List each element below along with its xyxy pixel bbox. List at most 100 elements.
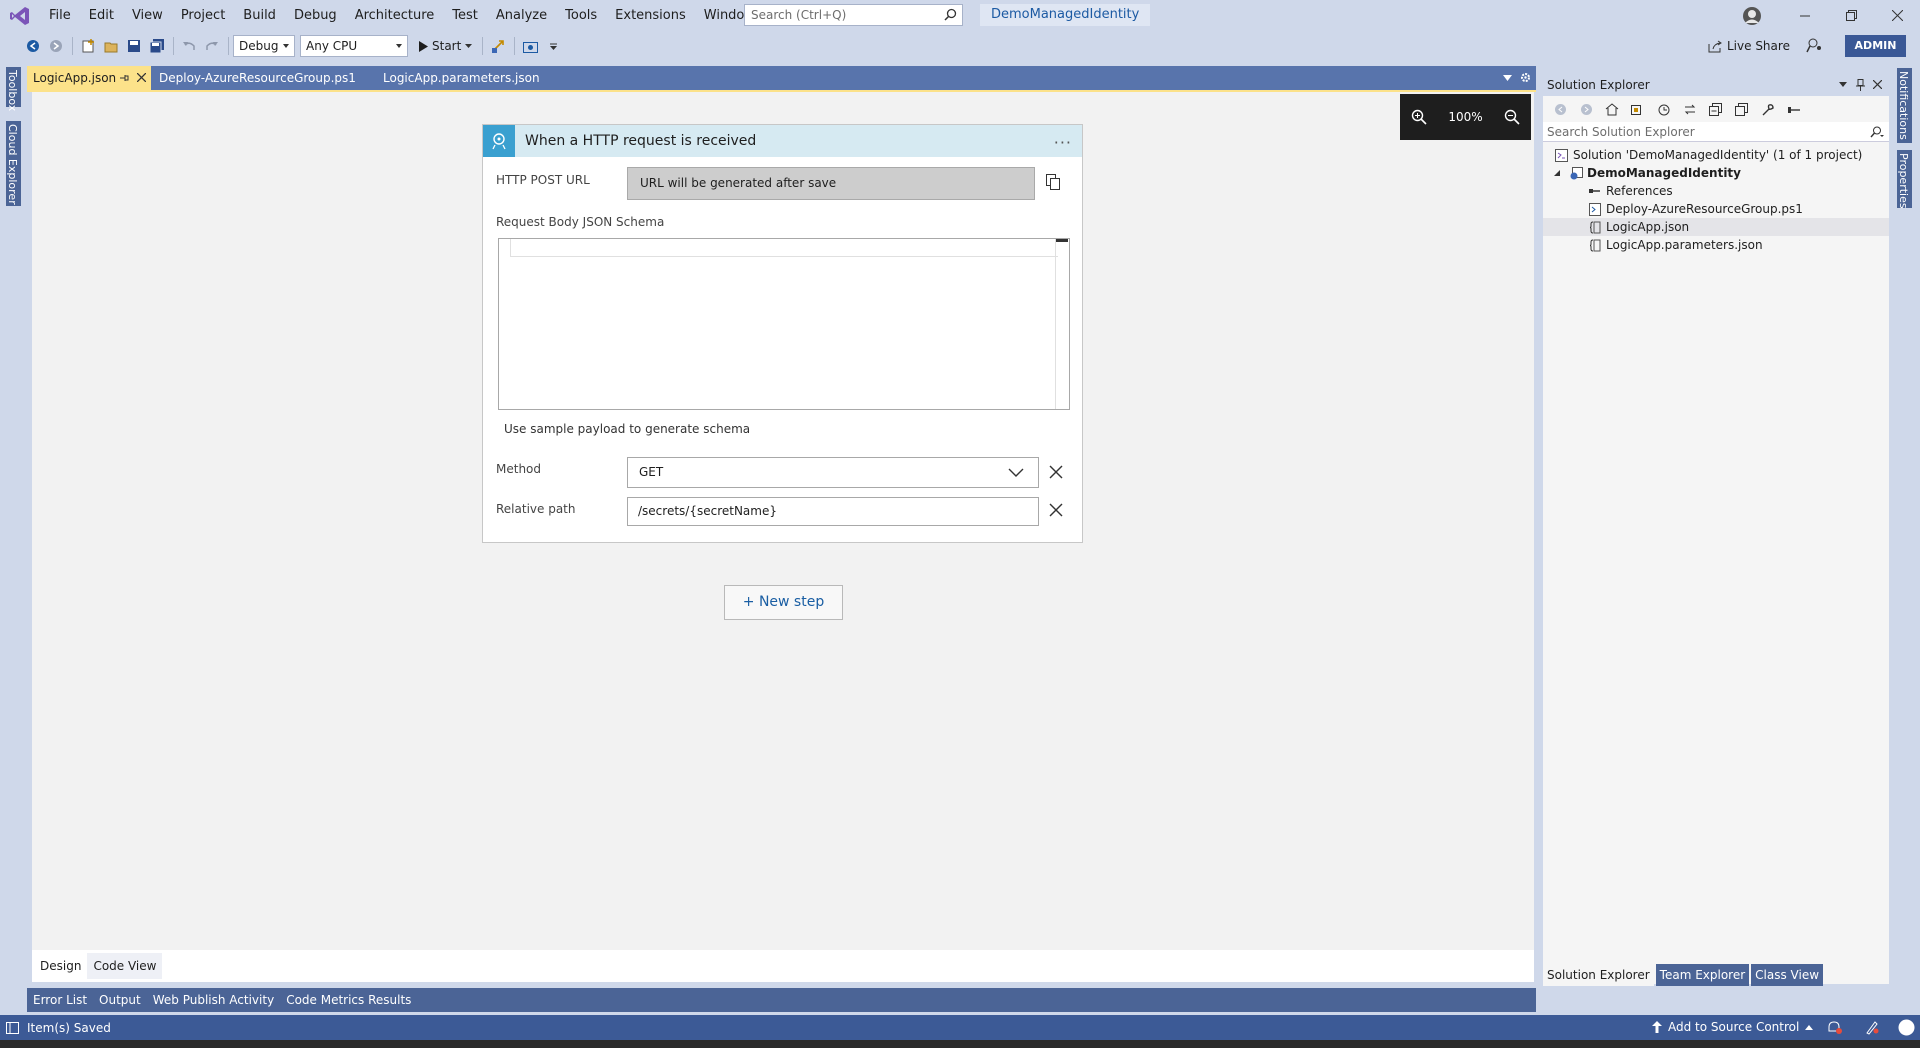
chevron-down-icon — [396, 44, 402, 48]
gear-icon[interactable] — [1520, 72, 1531, 83]
preview-selected-icon[interactable] — [1783, 98, 1805, 120]
scrollbar-thumb[interactable] — [1056, 239, 1068, 242]
panel-menu-dropdown-icon[interactable] — [1839, 82, 1847, 87]
pin-icon[interactable] — [1856, 79, 1865, 91]
more-options-icon[interactable]: ··· — [1054, 133, 1072, 152]
navigate-forward-icon[interactable] — [45, 35, 67, 57]
source-control-label: Add to Source Control — [1668, 1020, 1800, 1034]
tab-deploy-ps1[interactable]: Deploy-AzureResourceGroup.ps1 — [151, 66, 375, 90]
sync-icon[interactable] — [1679, 98, 1701, 120]
tab-list-dropdown-icon[interactable] — [1503, 75, 1512, 81]
save-icon[interactable] — [123, 35, 145, 57]
request-body-schema-editor[interactable] — [498, 238, 1070, 410]
screenshot-icon[interactable] — [519, 35, 541, 57]
search-icon — [944, 8, 957, 21]
browser-link-icon[interactable] — [487, 35, 509, 57]
new-step-button[interactable]: + New step — [724, 585, 843, 620]
tree-item-references[interactable]: References — [1543, 182, 1889, 200]
new-project-icon[interactable] — [77, 35, 99, 57]
tab-code-metrics-results[interactable]: Code Metrics Results — [280, 988, 417, 1012]
show-all-files-icon[interactable] — [1731, 98, 1753, 120]
menu-architecture[interactable]: Architecture — [346, 0, 444, 31]
menu-extensions[interactable]: Extensions — [606, 0, 695, 31]
tab-team-explorer[interactable]: Team Explorer — [1655, 964, 1750, 986]
tab-logicapp-parameters[interactable]: LogicApp.parameters.json — [375, 66, 563, 90]
cloud-explorer-tab[interactable]: Cloud Explorer — [6, 121, 21, 206]
menu-analyze[interactable]: Analyze — [487, 0, 556, 31]
feedback-icon[interactable] — [1806, 37, 1823, 54]
http-trigger-card: When a HTTP request is received ··· HTTP… — [482, 124, 1083, 543]
toolbox-tab[interactable]: Toolbox — [6, 67, 21, 111]
menu-view[interactable]: View — [123, 0, 172, 31]
method-dropdown[interactable]: GET — [627, 457, 1039, 488]
pending-changes-filter-icon[interactable] — [1653, 98, 1675, 120]
os-taskbar — [0, 1040, 1920, 1048]
tree-item-solution[interactable]: Solution 'DemoManagedIdentity' (1 of 1 p… — [1543, 146, 1889, 164]
save-all-icon[interactable] — [146, 35, 168, 57]
navigate-back-icon[interactable] — [22, 35, 44, 57]
tree-item-project[interactable]: DemoManagedIdentity — [1543, 164, 1889, 182]
json-file-icon — [1589, 221, 1601, 234]
clear-relative-path-icon[interactable] — [1049, 503, 1065, 519]
tab-logicapp-json[interactable]: LogicApp.json — [27, 66, 151, 90]
user-badge[interactable]: ADMIN — [1845, 35, 1906, 57]
tab-class-view[interactable]: Class View — [1751, 964, 1824, 986]
solution-explorer-search-input[interactable]: Search Solution Explorer — [1543, 122, 1889, 142]
tab-output[interactable]: Output — [93, 988, 147, 1012]
redo-icon[interactable] — [201, 35, 223, 57]
account-avatar-icon[interactable] — [1742, 6, 1762, 26]
zoom-out-icon[interactable] — [1504, 109, 1520, 125]
schema-scrollbar[interactable] — [1055, 239, 1069, 409]
properties-tab[interactable]: Properties — [1897, 150, 1912, 209]
tab-web-publish-activity[interactable]: Web Publish Activity — [147, 988, 280, 1012]
add-to-source-control-button[interactable]: Add to Source Control — [1652, 1020, 1814, 1034]
home-icon[interactable] — [1601, 98, 1623, 120]
global-search-input[interactable]: Search (Ctrl+Q) — [744, 4, 963, 26]
collapse-all-icon[interactable] — [1705, 98, 1727, 120]
tab-design[interactable]: Design — [34, 953, 88, 979]
open-file-icon[interactable] — [100, 35, 122, 57]
menu-test[interactable]: Test — [443, 0, 487, 31]
start-button[interactable]: Start — [413, 35, 478, 57]
pin-icon[interactable] — [119, 66, 129, 90]
menu-build[interactable]: Build — [234, 0, 285, 31]
trigger-card-header[interactable]: When a HTTP request is received ··· — [483, 125, 1082, 157]
menu-project[interactable]: Project — [172, 0, 234, 31]
notifications-tab[interactable]: Notifications — [1897, 68, 1912, 143]
tree-item-logicapp-parameters[interactable]: LogicApp.parameters.json — [1543, 236, 1889, 254]
tree-item-logicapp-json[interactable]: LogicApp.json — [1543, 218, 1889, 236]
minimize-icon[interactable] — [1782, 0, 1828, 31]
properties-wrench-icon[interactable] — [1757, 98, 1779, 120]
tab-code-view[interactable]: Code View — [87, 953, 163, 979]
visual-studio-logo-icon — [0, 0, 40, 31]
use-sample-payload-link[interactable]: Use sample payload to generate schema — [504, 422, 750, 436]
menu-debug[interactable]: Debug — [285, 0, 346, 31]
live-share-button[interactable]: Live Share — [1708, 35, 1790, 57]
configuration-dropdown[interactable]: Debug — [233, 35, 295, 57]
tab-error-list[interactable]: Error List — [27, 988, 93, 1012]
menu-edit[interactable]: Edit — [80, 0, 123, 31]
toolbar-overflow-icon[interactable] — [542, 35, 564, 57]
forward-icon[interactable] — [1575, 98, 1597, 120]
switch-views-icon[interactable] — [1627, 98, 1649, 120]
status-message: Item(s) Saved — [27, 1020, 111, 1035]
notifications-bell-icon[interactable] — [1826, 1020, 1842, 1035]
relative-path-input[interactable]: /secrets/{secretName} — [627, 497, 1039, 526]
solution-name: DemoManagedIdentity — [980, 4, 1151, 26]
close-window-icon[interactable] — [1874, 0, 1920, 31]
menu-file[interactable]: File — [40, 0, 80, 31]
tree-item-deploy-ps1[interactable]: Deploy-AzureResourceGroup.ps1 — [1543, 200, 1889, 218]
http-request-icon — [483, 125, 515, 157]
undo-icon[interactable] — [178, 35, 200, 57]
restore-icon[interactable] — [1828, 0, 1874, 31]
clear-method-icon[interactable] — [1049, 465, 1065, 481]
back-icon[interactable] — [1549, 98, 1571, 120]
close-tab-icon[interactable] — [137, 73, 146, 82]
tab-solution-explorer[interactable]: Solution Explorer — [1543, 964, 1654, 986]
platform-dropdown[interactable]: Any CPU — [300, 35, 408, 57]
menu-tools[interactable]: Tools — [556, 0, 606, 31]
feedback-smile-icon[interactable] — [1865, 1020, 1879, 1035]
close-panel-icon[interactable] — [1873, 80, 1882, 89]
zoom-in-icon[interactable] — [1411, 109, 1427, 125]
copy-icon[interactable] — [1046, 174, 1060, 190]
